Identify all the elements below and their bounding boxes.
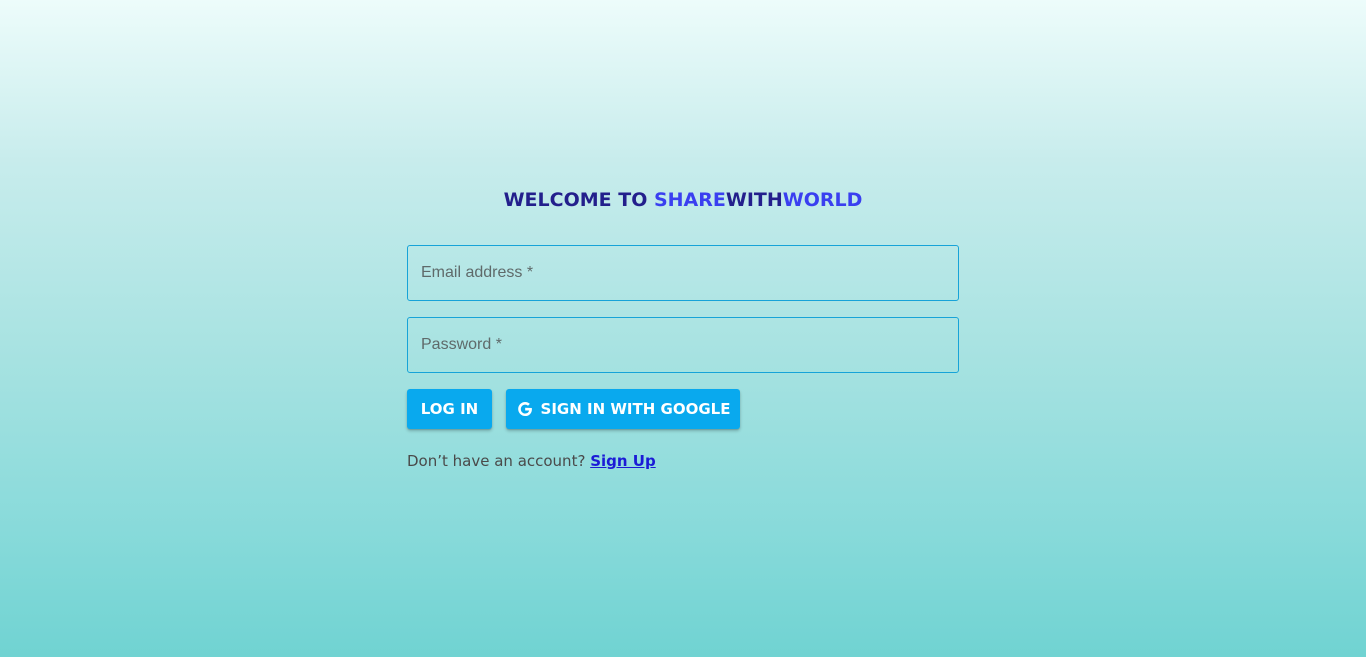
login-button[interactable]: LOG IN — [407, 389, 492, 429]
password-field-container — [407, 317, 959, 373]
brand-world: WORLD — [782, 189, 863, 211]
signup-link[interactable]: Sign Up — [590, 452, 656, 470]
google-signin-button[interactable]: SIGN IN WITH GOOGLE — [506, 389, 740, 429]
login-form: WELCOME TO SHAREWITHWORLD LOG IN SIGN IN… — [407, 186, 959, 470]
page-title: WELCOME TO SHAREWITHWORLD — [407, 186, 959, 214]
email-field-container — [407, 245, 959, 301]
title-prefix: WELCOME TO — [503, 189, 654, 211]
google-g-icon — [516, 400, 534, 418]
brand-with: WITH — [725, 189, 783, 211]
signup-prompt-text: Don’t have an account? — [407, 452, 591, 470]
signup-prompt: Don’t have an account? Sign Up — [407, 451, 656, 471]
brand-share: SHARE — [653, 189, 726, 211]
login-button-label: LOG IN — [420, 400, 479, 418]
google-button-label: SIGN IN WITH GOOGLE — [540, 400, 731, 418]
email-field[interactable] — [408, 246, 958, 300]
password-field[interactable] — [408, 318, 958, 372]
